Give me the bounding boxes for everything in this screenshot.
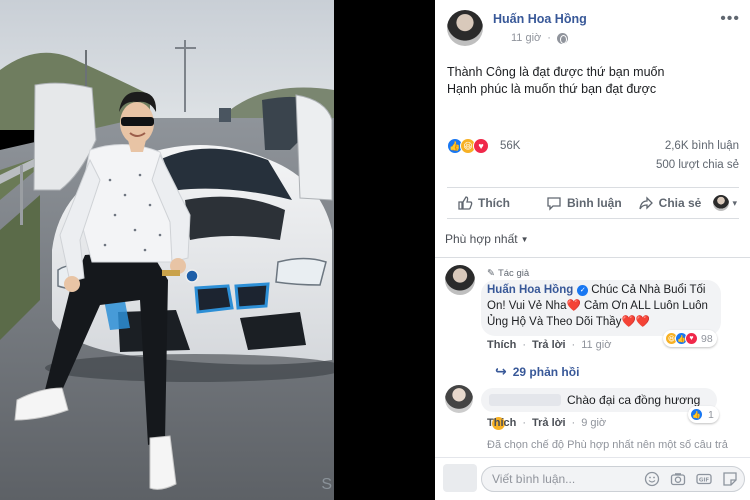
love-reaction-icon: ♥ <box>473 138 489 154</box>
globe-icon <box>556 32 568 44</box>
replies-count: 29 phản hồi <box>512 364 580 379</box>
comment-field[interactable]: GIF <box>481 466 745 492</box>
audience-selector[interactable]: ▾ <box>713 195 737 211</box>
sort-label: Phù hợp nhất <box>445 232 518 246</box>
like-button[interactable]: Thích <box>457 188 510 218</box>
view-replies-link[interactable]: ↪ 29 phản hồi <box>495 363 579 380</box>
reply-arrow-icon: ↪ <box>495 363 507 379</box>
filter-notice: Đã chọn chế độ Phù hợp nhất nên một số c… <box>487 439 728 451</box>
comment-button[interactable]: Bình luận <box>546 188 622 218</box>
caret-down-icon: ▼ <box>520 235 529 244</box>
user-avatar <box>713 195 730 211</box>
comment-icon <box>547 197 561 211</box>
share-count[interactable]: 500 lượt chia sẻ <box>656 159 739 171</box>
divider <box>435 257 750 258</box>
post-action-bar: Thích Bình luận Chia sẻ ▾ <box>447 187 739 219</box>
ellipsis-icon[interactable]: ••• <box>720 10 740 28</box>
commenter-name-redacted[interactable] <box>489 394 561 406</box>
author-avatar[interactable] <box>447 10 483 46</box>
commenter-name[interactable]: Huấn Hoa Hồng <box>487 284 573 296</box>
post-time[interactable]: 11 giờ <box>511 32 541 44</box>
author-badge: ✎ Tác giả <box>487 268 529 279</box>
sticker-icon[interactable] <box>722 471 738 487</box>
thumbs-up-icon <box>458 196 473 210</box>
post-photo[interactable]: S <box>0 0 334 500</box>
photo-backdrop <box>334 0 435 500</box>
svg-text:GIF: GIF <box>699 478 710 484</box>
commenter-avatar[interactable] <box>445 265 475 295</box>
author-badge-label: Tác giả <box>497 268 530 279</box>
post-panel: Huấn Hoa Hồng 11 giờ · ••• Thành Công là… <box>435 0 750 500</box>
reaction-count[interactable]: 56K <box>500 140 520 152</box>
post-text-line: Thành Công là đạt được thứ bạn muốn <box>447 65 665 79</box>
comment-input[interactable] <box>492 467 632 491</box>
comment-button-label: Bình luận <box>567 196 622 210</box>
comment-composer: GIF <box>435 457 750 500</box>
photo-image <box>0 0 334 500</box>
chevron-down-icon: ▾ <box>732 197 737 208</box>
comment-reply-link[interactable]: Trả lời <box>532 417 566 429</box>
comment-time[interactable]: 11 giờ <box>581 339 611 351</box>
comment-reaction-count: 1 <box>708 408 714 421</box>
verified-badge-icon: ✓ <box>577 285 589 296</box>
comment-actions: Thích · Trả lời · 9 giờ <box>487 417 607 429</box>
comment-like-link[interactable]: Thích <box>487 417 516 429</box>
share-arrow-icon <box>639 196 653 210</box>
comment-count[interactable]: 2,6K bình luận <box>665 140 739 152</box>
photo-watermark: S <box>321 476 332 493</box>
comment-reactions[interactable]: 👍 1 <box>688 406 719 423</box>
comment-reactions[interactable]: 😆 👍 ♥ 98 <box>663 330 717 347</box>
comment-bubble: Huấn Hoa Hồng ✓ Chúc Cả Nhà Buổi Tối On! V… <box>481 280 721 336</box>
comment-actions: Thích · Trả lời · 11 giờ <box>487 339 612 351</box>
reactions-summary: 👍 😆 ♥ 56K 2,6K bình luận 500 lượt chia s… <box>447 136 739 178</box>
emoji-icon[interactable] <box>644 471 660 487</box>
post-text-line: Hạnh phúc là muốn thứ bạn đạt được <box>447 82 657 96</box>
user-avatar <box>443 464 477 492</box>
camera-icon[interactable] <box>670 471 686 487</box>
commenter-avatar[interactable] <box>445 385 473 413</box>
love-reaction-icon: ♥ <box>685 332 698 345</box>
comment-sort-dropdown[interactable]: Phù hợp nhất ▼ <box>445 232 529 246</box>
comment-text: Chào đại ca đồng hương <box>567 393 701 407</box>
reaction-icons[interactable]: 👍 😆 ♥ <box>447 138 489 154</box>
pencil-icon: ✎ <box>487 268 495 279</box>
share-button[interactable]: Chia sẻ <box>638 188 702 218</box>
post-text: Thành Công là đạt được thứ bạn muốn Hạnh… <box>447 64 737 98</box>
share-button-label: Chia sẻ <box>658 196 702 210</box>
comment-bubble: Chào đại ca đồng hương <box>481 388 717 430</box>
comment-like-link[interactable]: Thích <box>487 339 516 351</box>
author-name[interactable]: Huấn Hoa Hồng <box>493 12 587 26</box>
comment-time[interactable]: 9 giờ <box>581 417 606 429</box>
post-header: Huấn Hoa Hồng 11 giờ · ••• <box>447 10 742 50</box>
like-reaction-icon: 👍 <box>690 408 703 421</box>
gif-icon[interactable]: GIF <box>696 471 712 487</box>
post-meta: 11 giờ · <box>511 32 568 44</box>
comment-reply-link[interactable]: Trả lời <box>532 339 566 351</box>
comment-reaction-count: 98 <box>701 332 713 345</box>
like-button-label: Thích <box>478 196 510 210</box>
composer-tools: GIF <box>644 471 738 487</box>
